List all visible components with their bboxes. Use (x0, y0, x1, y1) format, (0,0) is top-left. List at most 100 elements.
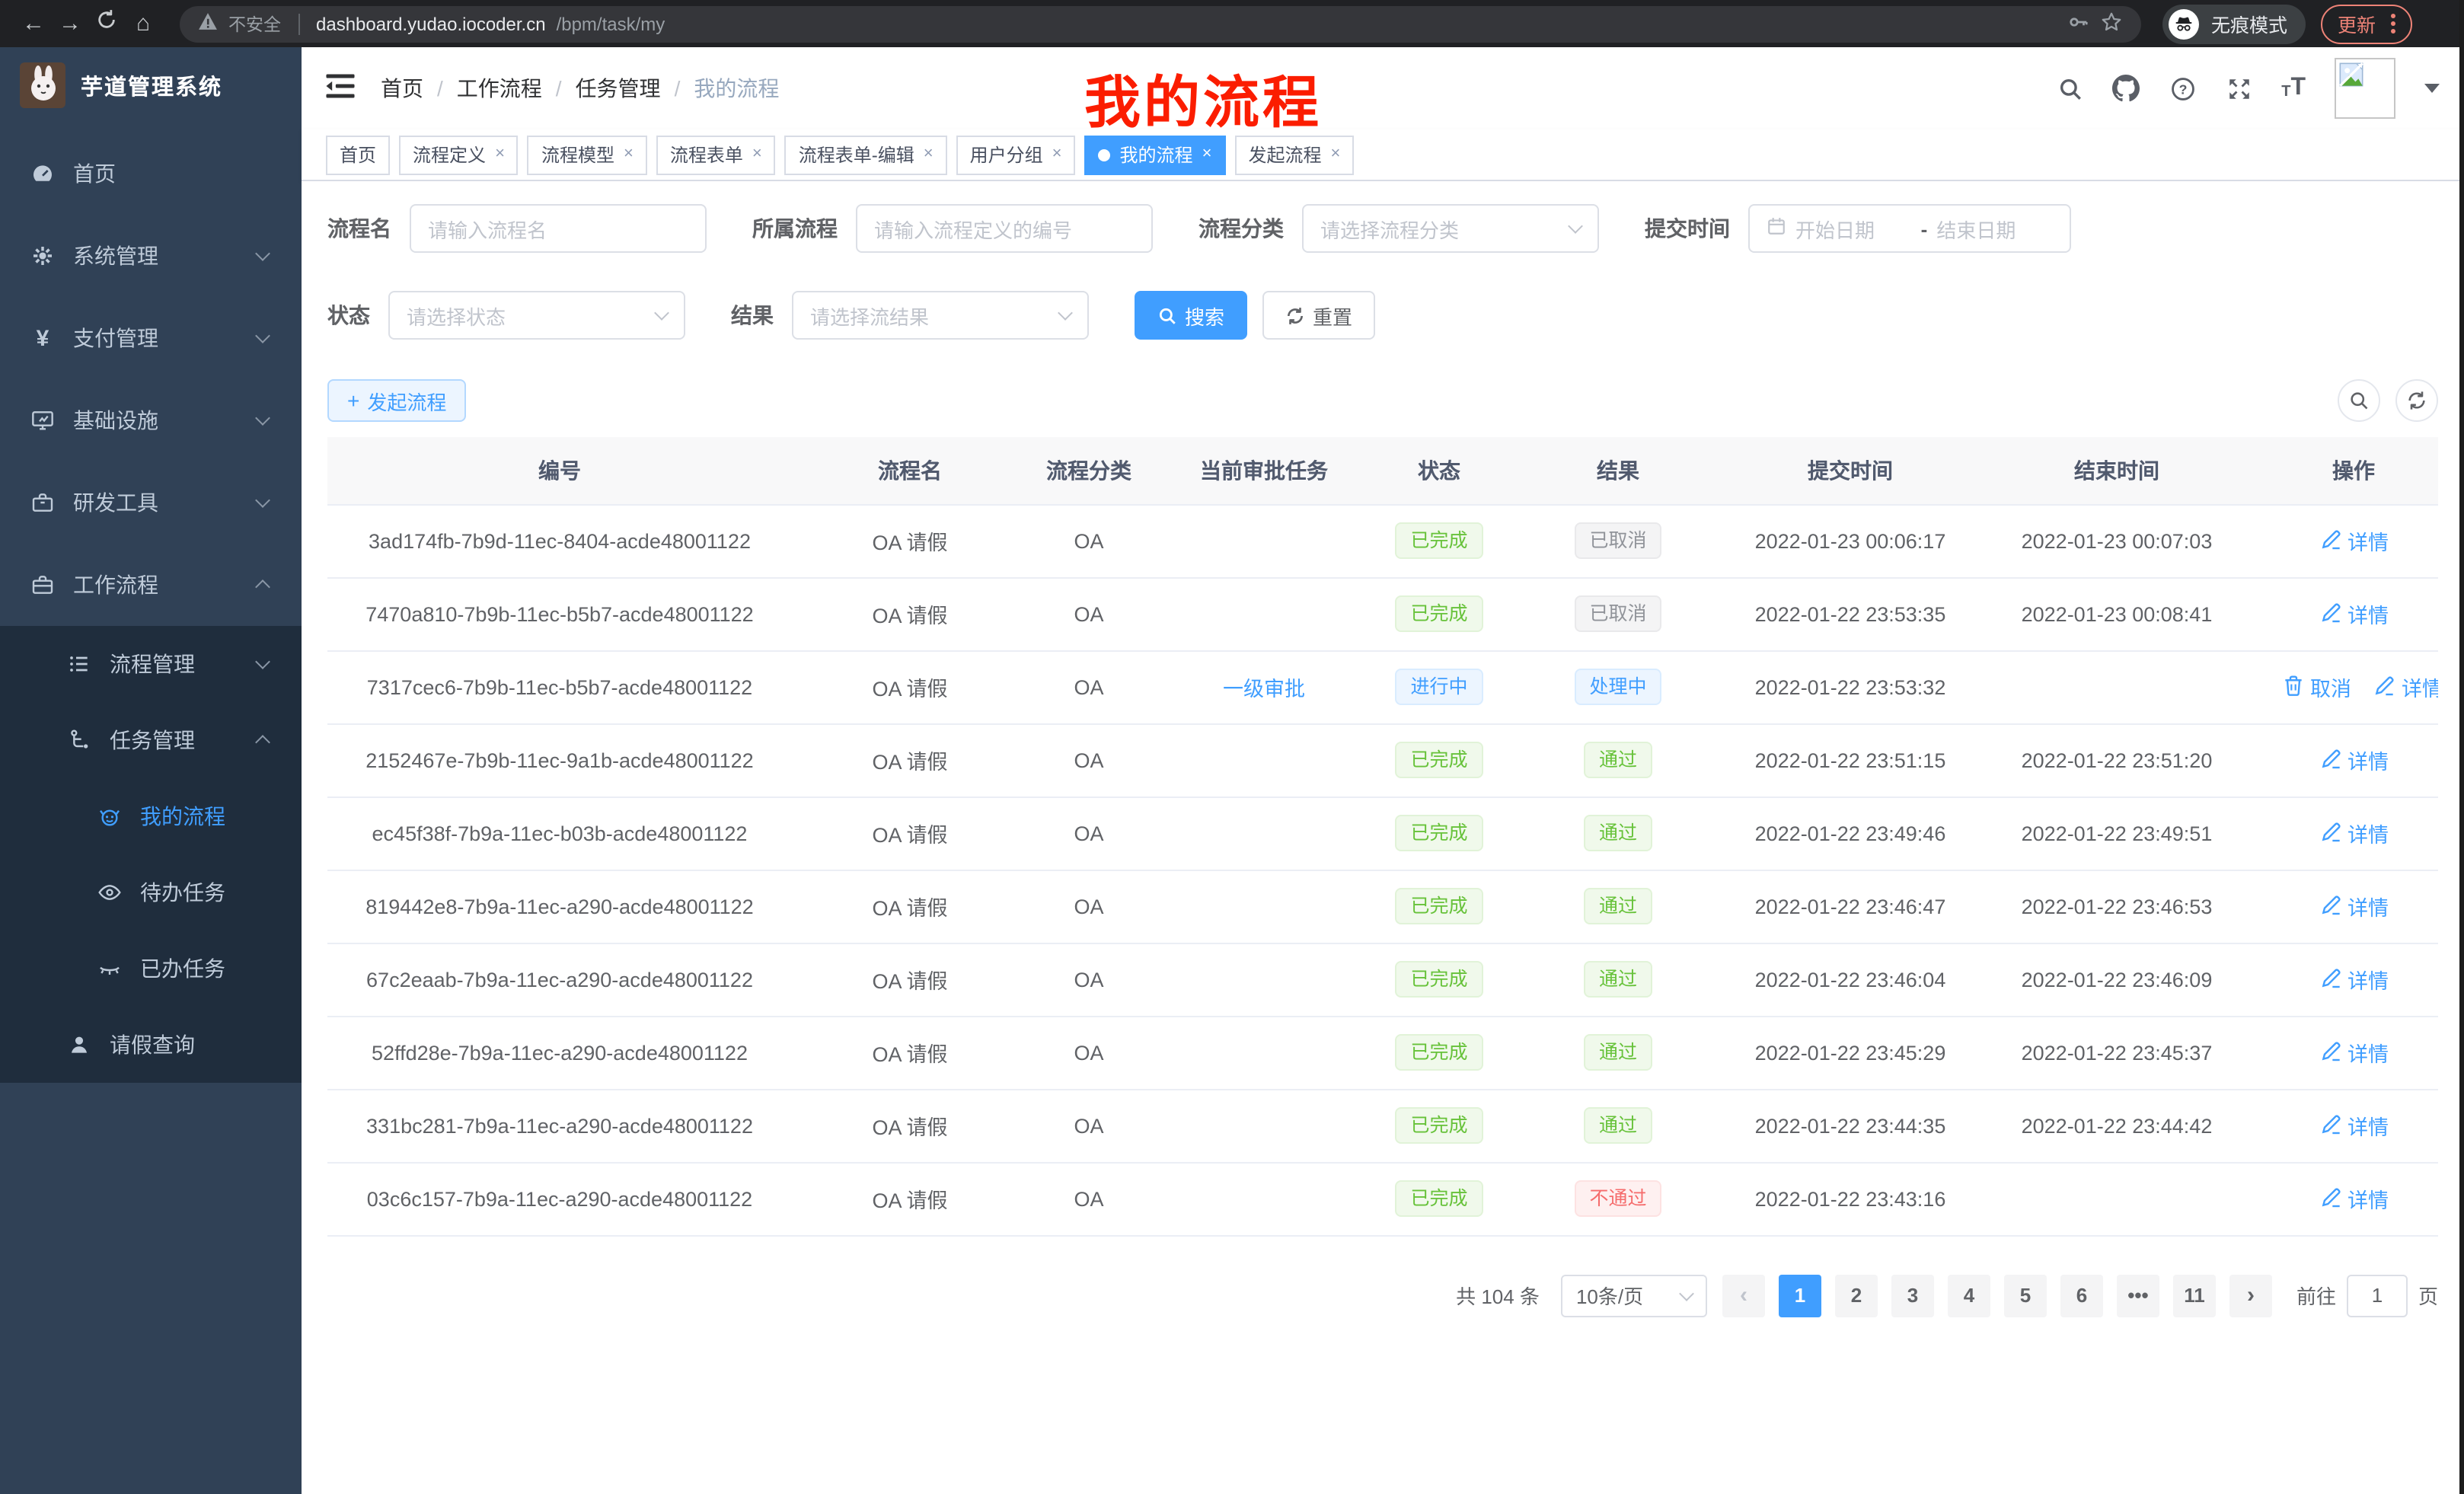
annotation-text: 我的流程 (1084, 56, 1322, 139)
sidebar-item-dev-tools[interactable]: 研发工具 (0, 461, 302, 544)
page-button-5[interactable]: 5 (2004, 1274, 2047, 1317)
close-icon[interactable]: × (752, 146, 762, 163)
url-path: /bpm/task/my (557, 13, 665, 34)
sidebar-item-todo-task[interactable]: 待办任务 (0, 854, 302, 931)
tab-process-form-edit[interactable]: 流程表单-编辑× (785, 135, 947, 174)
breadcrumb-item[interactable]: 工作流程 (457, 73, 542, 104)
detail-action[interactable]: 详情 (2319, 599, 2389, 629)
breadcrumb-item[interactable]: 任务管理 (576, 73, 661, 104)
close-icon[interactable]: × (1052, 146, 1062, 163)
toggle-search-button[interactable] (2338, 379, 2380, 422)
page-size-select[interactable]: 10条/页 (1561, 1274, 1707, 1317)
result-select[interactable]: 请选择流结果 (792, 291, 1089, 340)
navbar-actions: ? TT (2056, 58, 2440, 119)
sidebar-item-infra[interactable]: 基础设施 (0, 379, 302, 461)
process-definition-input[interactable]: 请输入流程定义的编号 (856, 204, 1153, 253)
task-link[interactable]: 一级审批 (1223, 678, 1305, 701)
content: 流程名 请输入流程名 所属流程 请输入流程定义的编号 流程分类 请选择流程分类 … (302, 181, 2464, 1494)
cell-process-name: OA 请假 (792, 504, 1028, 577)
forward-icon[interactable]: → (52, 0, 88, 47)
sidebar-item-payment[interactable]: ¥支付管理 (0, 297, 302, 379)
edit-icon (2319, 745, 2343, 774)
search-button[interactable]: 搜索 (1135, 291, 1247, 340)
cell-result: 通过 (1500, 1016, 1736, 1089)
prev-page-button[interactable]: ‹ (1722, 1274, 1765, 1317)
chevron-down-icon (255, 410, 270, 426)
page-button-4[interactable]: 4 (1948, 1274, 1990, 1317)
tab-process-model[interactable]: 流程模型× (528, 135, 647, 174)
key-icon[interactable] (2067, 10, 2089, 37)
sidebar-item-process-mgmt[interactable]: 流程管理 (0, 626, 302, 702)
cell-category: OA (1028, 504, 1150, 577)
avatar[interactable] (2335, 58, 2395, 119)
help-icon[interactable]: ? (2169, 75, 2196, 102)
tab-process-definition[interactable]: 流程定义× (399, 135, 519, 174)
update-button[interactable]: 更新 (2321, 4, 2412, 43)
reload-icon[interactable] (88, 0, 125, 47)
avatar-caret-icon[interactable] (2424, 84, 2440, 93)
process-name-input[interactable]: 请输入流程名 (410, 204, 707, 253)
sidebar-item-workflow[interactable]: 工作流程 (0, 544, 302, 626)
tab-process-form[interactable]: 流程表单× (656, 135, 776, 174)
status-select[interactable]: 请选择状态 (388, 291, 685, 340)
detail-action[interactable]: 详情 (2373, 672, 2438, 702)
goto-page-input[interactable]: 1 (2347, 1274, 2408, 1317)
github-icon[interactable] (2112, 75, 2140, 102)
fullscreen-icon[interactable] (2225, 75, 2252, 102)
cell-actions: 详情 (2269, 796, 2438, 870)
tab-user-group[interactable]: 用户分组× (956, 135, 1076, 174)
next-page-button[interactable]: › (2229, 1274, 2272, 1317)
submit-time-range-picker[interactable]: 开始日期 - 结束日期 (1748, 204, 2071, 253)
detail-action[interactable]: 详情 (2319, 964, 2389, 994)
security-label[interactable]: 不安全 (228, 11, 281, 36)
sidebar-item-my-process[interactable]: 我的流程 (0, 778, 302, 854)
tab-home[interactable]: 首页 (326, 135, 390, 174)
home-icon[interactable]: ⌂ (125, 0, 161, 47)
close-icon[interactable]: × (495, 146, 505, 163)
close-icon[interactable]: × (1202, 146, 1212, 163)
cell-id: 03c6c157-7b9a-11ec-a290-acde48001122 (327, 1162, 792, 1235)
status-tag: 已完成 (1395, 595, 1483, 632)
app-logo-row[interactable]: 芋道管理系统 (0, 47, 302, 123)
url-bar[interactable]: 不安全 dashboard.yudao.iocoder.cn/bpm/task/… (180, 5, 2141, 42)
close-icon[interactable]: × (924, 146, 934, 163)
detail-action[interactable]: 详情 (2319, 745, 2389, 775)
breadcrumb-item[interactable]: 首页 (381, 73, 423, 104)
browser-menu-icon[interactable] (2391, 14, 2395, 34)
detail-action[interactable]: 详情 (2319, 1183, 2389, 1214)
detail-action[interactable]: 详情 (2319, 891, 2389, 921)
sidebar-toggle-icon[interactable] (326, 73, 356, 104)
more-pages-button[interactable]: ••• (2117, 1274, 2159, 1317)
category-select[interactable]: 请选择流程分类 (1302, 204, 1599, 253)
page-button-3[interactable]: 3 (1891, 1274, 1934, 1317)
reset-button[interactable]: 重置 (1262, 291, 1375, 340)
page-button-6[interactable]: 6 (2060, 1274, 2103, 1317)
cell-category: OA (1028, 1162, 1150, 1235)
sidebar-item-home[interactable]: 首页 (0, 132, 302, 215)
pager: ‹ 123456 ••• 11 › (1722, 1274, 2272, 1317)
tab-my-process[interactable]: 我的流程× (1085, 135, 1226, 174)
detail-action[interactable]: 详情 (2319, 818, 2389, 848)
search-icon[interactable] (2056, 75, 2083, 102)
create-process-button[interactable]: + 发起流程 (327, 379, 466, 422)
cancel-action[interactable]: 取消 (2281, 672, 2351, 702)
bookmark-star-icon[interactable] (2100, 10, 2123, 37)
page-button-1[interactable]: 1 (1779, 1274, 1821, 1317)
sidebar-item-leave-query[interactable]: 请假查询 (0, 1007, 302, 1083)
detail-action[interactable]: 详情 (2319, 1037, 2389, 1068)
page-button-2[interactable]: 2 (1835, 1274, 1878, 1317)
refresh-button[interactable] (2395, 379, 2438, 422)
detail-action[interactable]: 详情 (2319, 525, 2389, 556)
close-icon[interactable]: × (1330, 146, 1340, 163)
font-size-icon[interactable]: TT (2281, 76, 2306, 101)
page-button-11[interactable]: 11 (2173, 1274, 2216, 1317)
detail-action[interactable]: 详情 (2319, 1110, 2389, 1141)
tab-start-process[interactable]: 发起流程× (1234, 135, 1354, 174)
sidebar-item-task-mgmt[interactable]: 任务管理 (0, 702, 302, 778)
back-icon[interactable]: ← (15, 0, 52, 47)
edit-icon (2319, 1038, 2343, 1067)
scrollbar[interactable] (2459, 0, 2464, 1494)
close-icon[interactable]: × (624, 146, 634, 163)
sidebar-item-done-task[interactable]: 已办任务 (0, 931, 302, 1007)
sidebar-item-system[interactable]: 系统管理 (0, 215, 302, 297)
